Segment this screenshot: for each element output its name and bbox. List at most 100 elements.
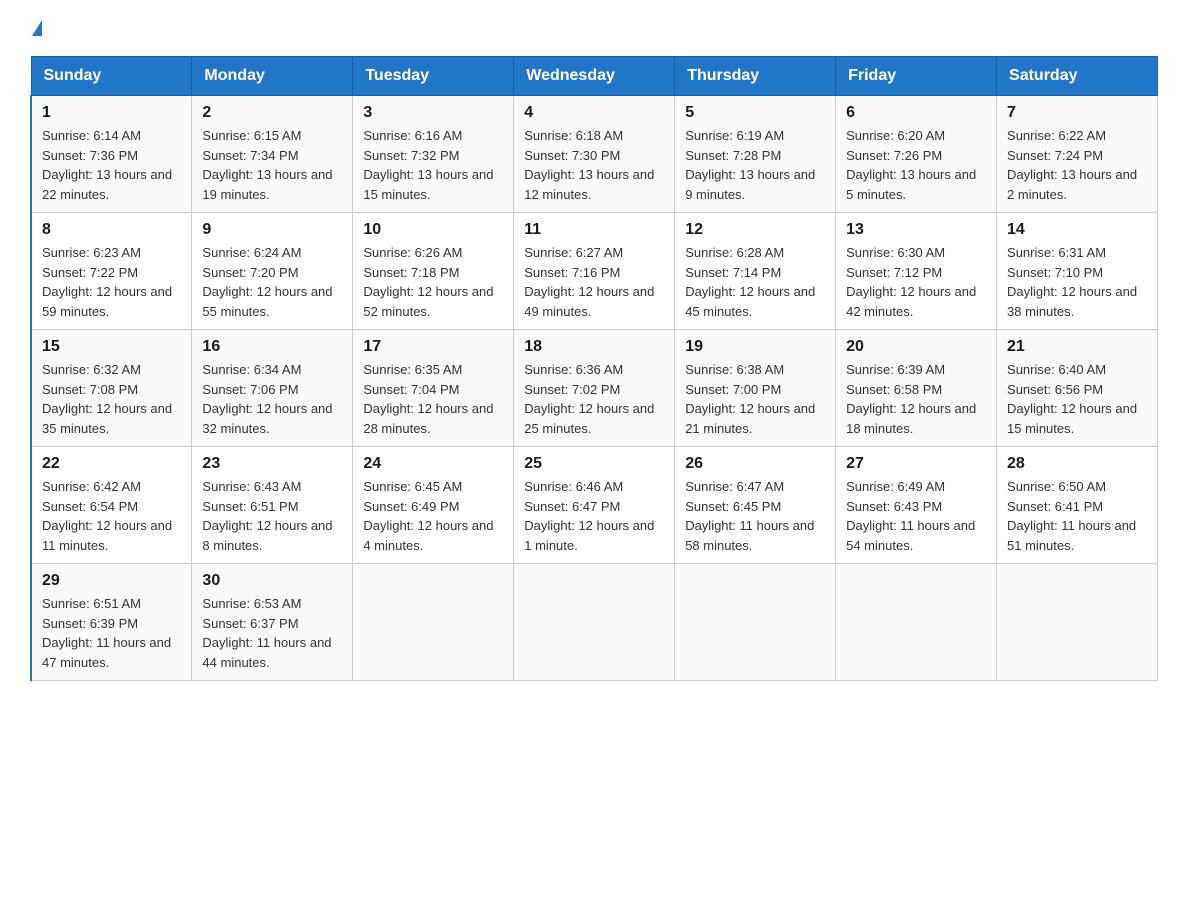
calendar-cell: 21 Sunrise: 6:40 AMSunset: 6:56 PMDayligh…: [997, 330, 1158, 447]
day-info: Sunrise: 6:49 AMSunset: 6:43 PMDaylight:…: [846, 477, 986, 555]
calendar-cell: 8 Sunrise: 6:23 AMSunset: 7:22 PMDaylight…: [31, 213, 192, 330]
calendar-cell: 17 Sunrise: 6:35 AMSunset: 7:04 PMDayligh…: [353, 330, 514, 447]
calendar-cell: [836, 564, 997, 681]
calendar-cell: 5 Sunrise: 6:19 AMSunset: 7:28 PMDaylight…: [675, 96, 836, 213]
day-info: Sunrise: 6:31 AMSunset: 7:10 PMDaylight:…: [1007, 243, 1147, 321]
calendar-cell: 23Sunrise: 6:43 AMSunset: 6:51 PMDayligh…: [192, 447, 353, 564]
day-info: Sunrise: 6:32 AMSunset: 7:08 PMDaylight:…: [42, 360, 181, 438]
week-row-2: 8 Sunrise: 6:23 AMSunset: 7:22 PMDaylight…: [31, 213, 1158, 330]
calendar-cell: 14 Sunrise: 6:31 AMSunset: 7:10 PMDayligh…: [997, 213, 1158, 330]
day-number: 1: [42, 104, 181, 122]
day-info: Sunrise: 6:14 AMSunset: 7:36 PMDaylight:…: [42, 126, 181, 204]
day-number: 24: [363, 455, 503, 473]
header-friday: Friday: [836, 57, 997, 96]
day-info: Sunrise: 6:18 AMSunset: 7:30 PMDaylight:…: [524, 126, 664, 204]
day-info: Sunrise: 6:40 AMSunset: 6:56 PMDaylight:…: [1007, 360, 1147, 438]
calendar-cell: 29 Sunrise: 6:51 AMSunset: 6:39 PMDayligh…: [31, 564, 192, 681]
calendar-cell: 27Sunrise: 6:49 AMSunset: 6:43 PMDayligh…: [836, 447, 997, 564]
day-number: 15: [42, 338, 181, 356]
calendar-cell: 24 Sunrise: 6:45 AMSunset: 6:49 PMDayligh…: [353, 447, 514, 564]
day-number: 18: [524, 338, 664, 356]
header-thursday: Thursday: [675, 57, 836, 96]
calendar-cell: 30 Sunrise: 6:53 AMSunset: 6:37 PMDayligh…: [192, 564, 353, 681]
header-saturday: Saturday: [997, 57, 1158, 96]
calendar-cell: 9 Sunrise: 6:24 AMSunset: 7:20 PMDaylight…: [192, 213, 353, 330]
day-number: 5: [685, 104, 825, 122]
calendar-cell: 2 Sunrise: 6:15 AMSunset: 7:34 PMDaylight…: [192, 96, 353, 213]
day-info: Sunrise: 6:35 AMSunset: 7:04 PMDaylight:…: [363, 360, 503, 438]
day-info: Sunrise: 6:51 AMSunset: 6:39 PMDaylight:…: [42, 594, 181, 672]
calendar-cell: 26Sunrise: 6:47 AMSunset: 6:45 PMDayligh…: [675, 447, 836, 564]
day-number: 10: [363, 221, 503, 239]
day-number: 28: [1007, 455, 1147, 473]
day-info: Sunrise: 6:27 AMSunset: 7:16 PMDaylight:…: [524, 243, 664, 321]
day-number: 6: [846, 104, 986, 122]
calendar-cell: 19 Sunrise: 6:38 AMSunset: 7:00 PMDayligh…: [675, 330, 836, 447]
calendar-cell: 1 Sunrise: 6:14 AMSunset: 7:36 PMDaylight…: [31, 96, 192, 213]
day-info: Sunrise: 6:36 AMSunset: 7:02 PMDaylight:…: [524, 360, 664, 438]
calendar-cell: 22 Sunrise: 6:42 AMSunset: 6:54 PMDayligh…: [31, 447, 192, 564]
day-number: 21: [1007, 338, 1147, 356]
day-info: Sunrise: 6:19 AMSunset: 7:28 PMDaylight:…: [685, 126, 825, 204]
day-info: Sunrise: 6:30 AMSunset: 7:12 PMDaylight:…: [846, 243, 986, 321]
day-number: 8: [42, 221, 181, 239]
day-number: 3: [363, 104, 503, 122]
calendar-cell: [675, 564, 836, 681]
day-info: Sunrise: 6:50 AMSunset: 6:41 PMDaylight:…: [1007, 477, 1147, 555]
day-number: 11: [524, 221, 664, 239]
calendar-cell: 7Sunrise: 6:22 AMSunset: 7:24 PMDaylight…: [997, 96, 1158, 213]
week-row-4: 22 Sunrise: 6:42 AMSunset: 6:54 PMDayligh…: [31, 447, 1158, 564]
day-info: Sunrise: 6:38 AMSunset: 7:00 PMDaylight:…: [685, 360, 825, 438]
day-info: Sunrise: 6:34 AMSunset: 7:06 PMDaylight:…: [202, 360, 342, 438]
day-number: 22: [42, 455, 181, 473]
day-number: 2: [202, 104, 342, 122]
day-number: 25: [524, 455, 664, 473]
day-number: 4: [524, 104, 664, 122]
day-info: Sunrise: 6:28 AMSunset: 7:14 PMDaylight:…: [685, 243, 825, 321]
day-info: Sunrise: 6:15 AMSunset: 7:34 PMDaylight:…: [202, 126, 342, 204]
day-info: Sunrise: 6:46 AMSunset: 6:47 PMDaylight:…: [524, 477, 664, 555]
day-info: Sunrise: 6:47 AMSunset: 6:45 PMDaylight:…: [685, 477, 825, 555]
calendar-cell: 15 Sunrise: 6:32 AMSunset: 7:08 PMDayligh…: [31, 330, 192, 447]
day-info: Sunrise: 6:24 AMSunset: 7:20 PMDaylight:…: [202, 243, 342, 321]
calendar-cell: [997, 564, 1158, 681]
header-wednesday: Wednesday: [514, 57, 675, 96]
calendar-cell: 25 Sunrise: 6:46 AMSunset: 6:47 PMDayligh…: [514, 447, 675, 564]
day-number: 19: [685, 338, 825, 356]
day-number: 14: [1007, 221, 1147, 239]
week-row-1: 1 Sunrise: 6:14 AMSunset: 7:36 PMDaylight…: [31, 96, 1158, 213]
day-info: Sunrise: 6:45 AMSunset: 6:49 PMDaylight:…: [363, 477, 503, 555]
day-info: Sunrise: 6:42 AMSunset: 6:54 PMDaylight:…: [42, 477, 181, 555]
header-row: SundayMondayTuesdayWednesdayThursdayFrid…: [31, 57, 1158, 96]
day-info: Sunrise: 6:53 AMSunset: 6:37 PMDaylight:…: [202, 594, 342, 672]
calendar-cell: 20Sunrise: 6:39 AMSunset: 6:58 PMDayligh…: [836, 330, 997, 447]
day-number: 30: [202, 572, 342, 590]
day-info: Sunrise: 6:43 AMSunset: 6:51 PMDaylight:…: [202, 477, 342, 555]
calendar-cell: 10Sunrise: 6:26 AMSunset: 7:18 PMDayligh…: [353, 213, 514, 330]
page-header: [30, 20, 1158, 36]
calendar-cell: 13 Sunrise: 6:30 AMSunset: 7:12 PMDayligh…: [836, 213, 997, 330]
day-number: 12: [685, 221, 825, 239]
logo: [30, 20, 44, 36]
calendar-cell: 12 Sunrise: 6:28 AMSunset: 7:14 PMDayligh…: [675, 213, 836, 330]
calendar-cell: [353, 564, 514, 681]
calendar-cell: 28 Sunrise: 6:50 AMSunset: 6:41 PMDayligh…: [997, 447, 1158, 564]
week-row-3: 15 Sunrise: 6:32 AMSunset: 7:08 PMDayligh…: [31, 330, 1158, 447]
day-number: 13: [846, 221, 986, 239]
calendar-cell: 18 Sunrise: 6:36 AMSunset: 7:02 PMDayligh…: [514, 330, 675, 447]
day-info: Sunrise: 6:23 AMSunset: 7:22 PMDaylight:…: [42, 243, 181, 321]
day-info: Sunrise: 6:22 AMSunset: 7:24 PMDaylight:…: [1007, 126, 1147, 204]
day-number: 20: [846, 338, 986, 356]
calendar-header: SundayMondayTuesdayWednesdayThursdayFrid…: [31, 57, 1158, 96]
day-number: 16: [202, 338, 342, 356]
day-number: 29: [42, 572, 181, 590]
day-info: Sunrise: 6:16 AMSunset: 7:32 PMDaylight:…: [363, 126, 503, 204]
day-number: 9: [202, 221, 342, 239]
calendar-cell: 11 Sunrise: 6:27 AMSunset: 7:16 PMDayligh…: [514, 213, 675, 330]
header-sunday: Sunday: [31, 57, 192, 96]
calendar-cell: 16 Sunrise: 6:34 AMSunset: 7:06 PMDayligh…: [192, 330, 353, 447]
day-number: 17: [363, 338, 503, 356]
calendar-cell: 6Sunrise: 6:20 AMSunset: 7:26 PMDaylight…: [836, 96, 997, 213]
week-row-5: 29 Sunrise: 6:51 AMSunset: 6:39 PMDayligh…: [31, 564, 1158, 681]
calendar-cell: 4 Sunrise: 6:18 AMSunset: 7:30 PMDaylight…: [514, 96, 675, 213]
